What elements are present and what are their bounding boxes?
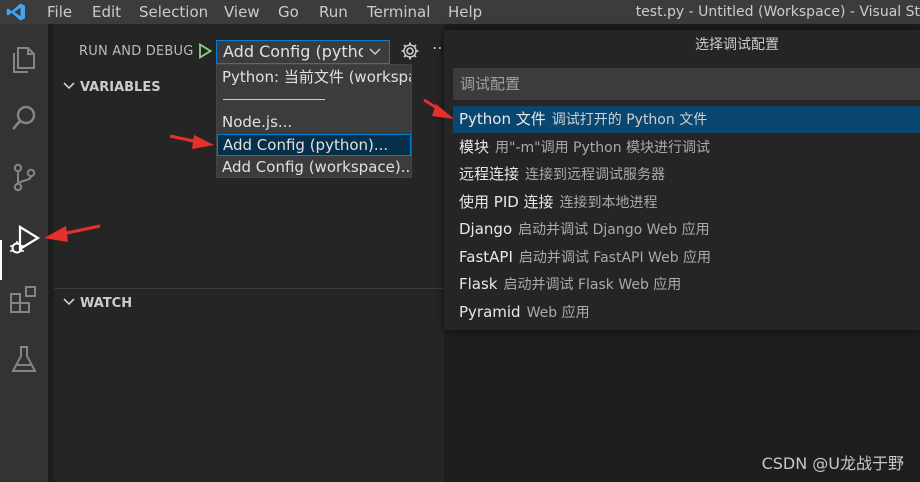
extensions-icon[interactable] bbox=[6, 282, 42, 318]
chevron-down-icon bbox=[369, 48, 381, 56]
debug-config-select[interactable]: Add Config (python bbox=[216, 40, 390, 64]
config-option-add-workspace[interactable]: Add Config (workspace)... bbox=[217, 156, 411, 178]
item-label: 使用 PID 连接 bbox=[459, 193, 554, 211]
menu-view[interactable]: View bbox=[224, 0, 260, 24]
quick-pick-item-flask[interactable]: Flask 启动并调试 Flask Web 应用 bbox=[453, 271, 920, 298]
item-label: 远程连接 bbox=[459, 165, 520, 183]
item-label: Flask bbox=[459, 275, 498, 293]
watermark: CSDN @U龙战于野 bbox=[761, 454, 904, 473]
item-label: Python 文件 bbox=[459, 110, 546, 128]
activity-bar bbox=[0, 24, 48, 482]
quick-pick-item-remote-attach[interactable]: 远程连接 连接到远程调试服务器 bbox=[453, 161, 920, 188]
start-debugging-icon[interactable] bbox=[198, 43, 212, 59]
quick-pick-item-django[interactable]: Django 启动并调试 Django Web 应用 bbox=[453, 216, 920, 243]
item-description: Web 应用 bbox=[526, 305, 590, 321]
quick-pick-item-attach-pid[interactable]: 使用 PID 连接 连接到本地进程 bbox=[453, 189, 920, 216]
menu-run[interactable]: Run bbox=[319, 0, 348, 24]
item-label: 模块 bbox=[459, 138, 490, 156]
panel-title: RUN AND DEBUG bbox=[79, 44, 194, 59]
watch-section-header[interactable]: WATCH bbox=[62, 296, 132, 311]
item-description: 用"-m"调用 Python 模块进行调试 bbox=[495, 140, 711, 156]
menu-terminal[interactable]: Terminal bbox=[367, 0, 430, 24]
quick-pick-item-module[interactable]: 模块 用"-m"调用 Python 模块进行调试 bbox=[453, 134, 920, 161]
config-option-nodejs[interactable]: Node.js... bbox=[217, 111, 411, 133]
quick-pick-item-python-file[interactable]: Python 文件 调试打开的 Python 文件 bbox=[453, 106, 920, 133]
menu-help[interactable]: Help bbox=[448, 0, 482, 24]
item-description: 启动并调试 Flask Web 应用 bbox=[503, 277, 682, 293]
active-indicator bbox=[0, 240, 2, 280]
config-option-add-python[interactable]: Add Config (python)... bbox=[217, 134, 411, 156]
quick-pick-title: 选择调试配置 bbox=[695, 37, 779, 53]
chevron-down-icon bbox=[63, 298, 75, 306]
section-divider bbox=[54, 288, 444, 289]
chevron-down-icon bbox=[63, 82, 75, 90]
debug-config-quick-pick: 选择调试配置 Python 文件调试打开的 Python 文件 模块用"-m"调… bbox=[444, 30, 920, 330]
variables-section-header[interactable]: VARIABLES bbox=[62, 80, 161, 95]
watch-label: WATCH bbox=[80, 296, 133, 311]
search-icon[interactable] bbox=[6, 100, 42, 136]
quick-pick-input[interactable] bbox=[454, 69, 919, 99]
source-control-icon[interactable] bbox=[6, 159, 42, 195]
item-description: 连接到本地进程 bbox=[559, 195, 658, 211]
menu-edit[interactable]: Edit bbox=[92, 0, 121, 24]
run-debug-icon[interactable] bbox=[6, 221, 42, 257]
menu-file[interactable]: File bbox=[47, 0, 72, 24]
title-bar: File Edit Selection View Go Run Terminal… bbox=[0, 0, 920, 24]
debug-config-value: Add Config (python bbox=[223, 42, 363, 61]
testing-icon[interactable] bbox=[6, 341, 42, 377]
window-title: test.py - Untitled (Workspace) - Visual … bbox=[635, 4, 920, 20]
vscode-logo-icon bbox=[6, 3, 26, 21]
item-description: 启动并调试 Django Web 应用 bbox=[518, 222, 710, 238]
item-description: 启动并调试 FastAPI Web 应用 bbox=[518, 250, 712, 266]
menu-go[interactable]: Go bbox=[278, 0, 299, 24]
quick-pick-item-pyramid[interactable]: Pyramid Web 应用 bbox=[453, 299, 920, 326]
quick-pick-item-fastapi[interactable]: FastAPI 启动并调试 FastAPI Web 应用 bbox=[453, 244, 920, 271]
quick-pick-input-box[interactable] bbox=[453, 68, 920, 100]
item-description: 连接到远程调试服务器 bbox=[525, 167, 666, 183]
config-option-python-current-file[interactable]: Python: 当前文件 (workspa bbox=[217, 66, 411, 88]
debug-config-dropdown: Python: 当前文件 (workspa Node.js... Add Con… bbox=[216, 64, 412, 178]
item-label: Django bbox=[459, 220, 513, 238]
dropdown-separator bbox=[223, 99, 325, 100]
gear-icon[interactable] bbox=[400, 41, 420, 61]
item-description: 调试打开的 Python 文件 bbox=[551, 112, 708, 128]
variables-label: VARIABLES bbox=[80, 80, 161, 95]
files-icon[interactable] bbox=[6, 42, 42, 78]
menu-selection[interactable]: Selection bbox=[139, 0, 208, 24]
item-label: Pyramid bbox=[459, 303, 521, 321]
item-label: FastAPI bbox=[459, 248, 513, 266]
